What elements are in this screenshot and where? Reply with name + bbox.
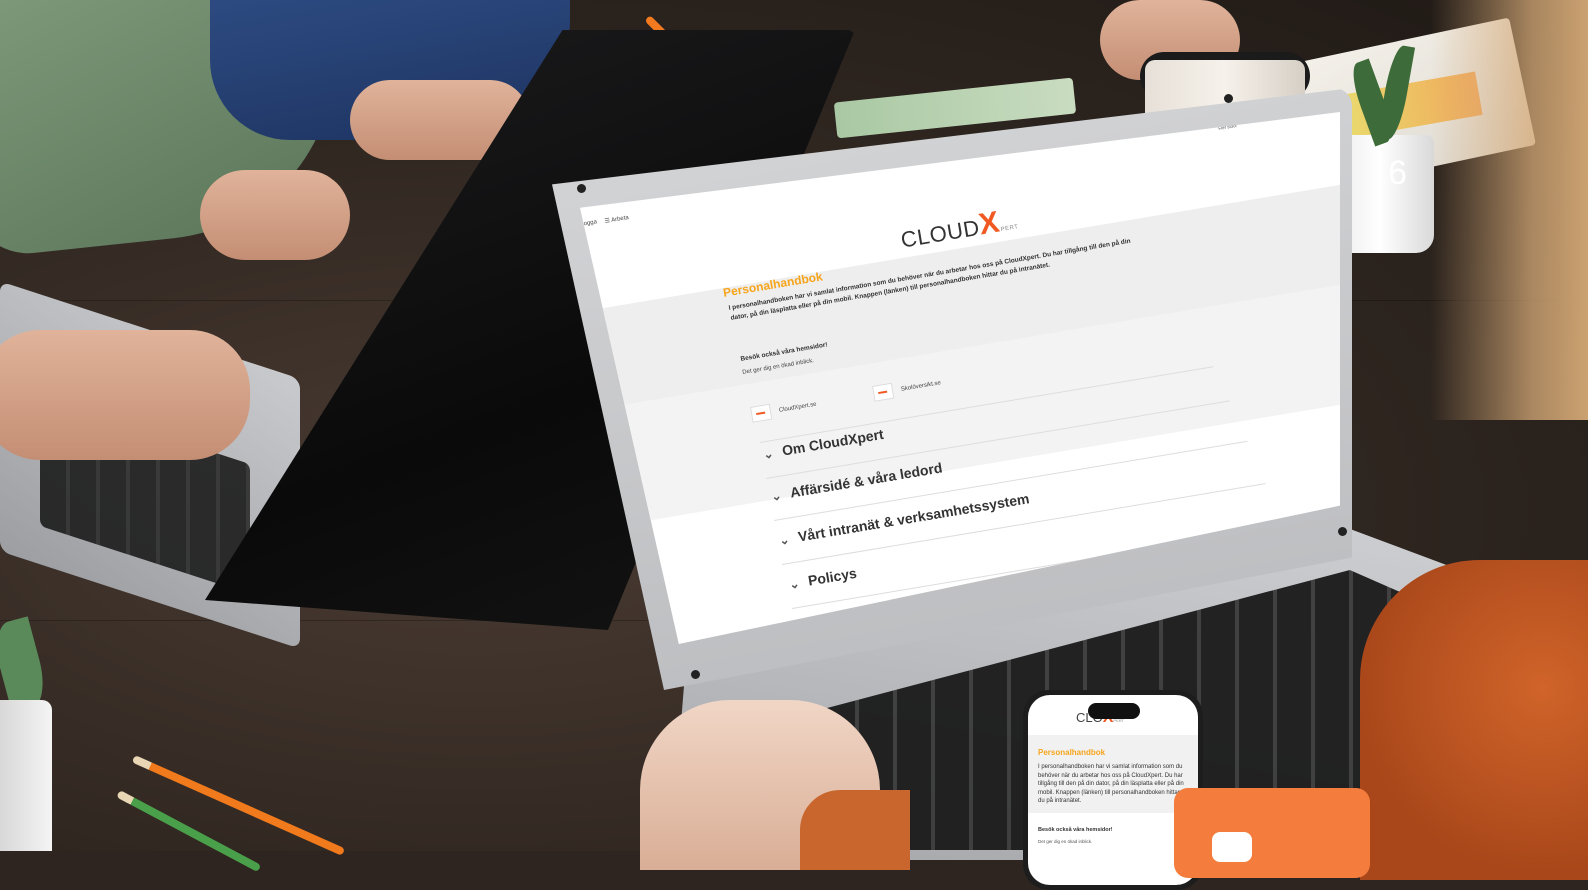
menu-label: Arbeta <box>610 214 630 224</box>
phone-notch <box>1088 703 1140 719</box>
orange-sleeve <box>800 790 910 870</box>
orange-sweater <box>1360 560 1588 880</box>
website-link-label: Skolöversikt.se <box>900 380 942 393</box>
accordion-label: Policys <box>806 564 858 589</box>
laptop-corner-dot <box>1224 94 1233 103</box>
logo-x: X <box>976 205 1003 242</box>
phone-websites-subheading: Det ger dig en ökad inblick. <box>1038 839 1093 844</box>
person-arm <box>200 170 350 260</box>
site-thumbnail-icon <box>872 382 895 402</box>
chevron-down-icon: ⌄ <box>762 446 775 462</box>
chevron-down-icon: ⌄ <box>770 488 783 504</box>
menu-button[interactable]: ☰ Arbeta <box>604 214 629 225</box>
laptop-corner-dot <box>1338 527 1347 536</box>
phone-page-title: Personalhandbok <box>1038 748 1106 757</box>
chevron-down-icon: ⌄ <box>788 576 801 592</box>
accordion-item-policys[interactable]: ⌄ Policys <box>788 564 858 592</box>
succulent-pot <box>0 700 52 851</box>
phone-websites-heading: Besök också våra hemsidor! <box>1038 827 1113 833</box>
site-thumbnail-icon <box>750 403 773 423</box>
accordion-label: Vårt intranät & verksamhetssystem <box>796 490 1031 545</box>
chevron-down-icon: ⌄ <box>778 532 791 548</box>
page-number: 6 <box>1388 154 1407 192</box>
logo-suffix: PERT <box>1000 224 1019 234</box>
person-hair <box>1430 0 1588 420</box>
phone-intro-text: I personalhandboken har vi samlat inform… <box>1038 764 1184 804</box>
phone-screen: CLOXPERT Personalhandbok I personalhandb… <box>1028 695 1198 885</box>
orange-app-tile <box>1174 788 1370 878</box>
laptop-corner-dot <box>577 184 586 193</box>
website-link-label: CloudXpert.se <box>778 401 818 414</box>
laptop-corner-dot <box>691 670 700 679</box>
hand-on-keyboard <box>0 330 250 460</box>
